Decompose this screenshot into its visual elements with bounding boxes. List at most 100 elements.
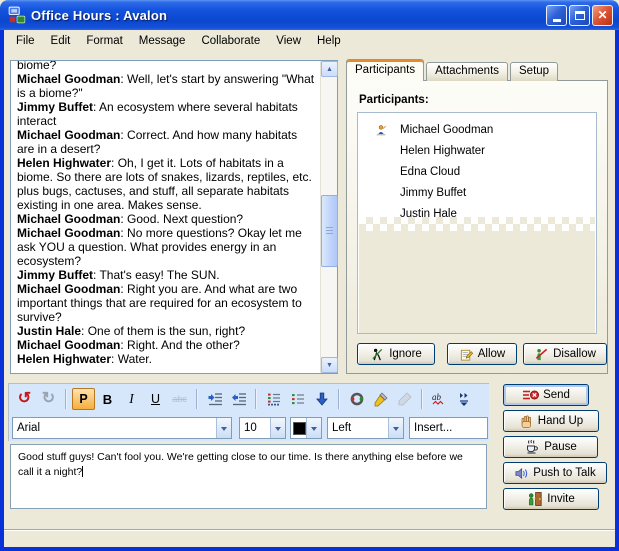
hand-up-button[interactable]: Hand Up <box>503 410 599 432</box>
more-tools-button[interactable] <box>452 388 475 410</box>
transcript-message: Michael Goodman: Good. Next question? <box>17 212 316 226</box>
invite-icon <box>527 491 543 507</box>
font-color-select[interactable] <box>290 417 322 439</box>
bold-button[interactable]: B <box>96 388 119 410</box>
scroll-up-button[interactable]: ▲ <box>321 61 338 77</box>
spellcheck-button[interactable]: ab <box>428 388 451 410</box>
transcript-scrollbar[interactable]: ▲ ▼ <box>320 61 337 373</box>
insert-select[interactable]: Insert... <box>409 417 488 439</box>
transcript-message: Michael Goodman: Correct. And how many h… <box>17 128 316 156</box>
transcript-message: Helen Highwater: Water. <box>17 352 316 366</box>
disallow-button[interactable]: Disallow <box>523 343 607 365</box>
list-rule-icon <box>266 391 282 407</box>
tab-participants[interactable]: Participants <box>346 59 424 81</box>
svg-text:ab: ab <box>432 392 442 402</box>
speaker-name: Michael Goodman <box>17 338 120 352</box>
indent-decrease-button[interactable] <box>227 388 250 410</box>
font-family-select[interactable]: Arial <box>12 417 232 439</box>
menu-file[interactable]: File <box>8 32 43 50</box>
chevron-down-icon <box>388 418 403 438</box>
menu-bar: FileEditFormatMessageCollaborateViewHelp <box>4 30 615 52</box>
participant-row[interactable]: Helen Highwater <box>358 141 596 162</box>
list-icon <box>290 391 306 407</box>
scroll-thumb[interactable] <box>321 195 338 267</box>
list-button[interactable] <box>286 388 309 410</box>
toolbar-separator <box>196 389 198 409</box>
menu-message[interactable]: Message <box>131 32 194 50</box>
render-artifact <box>359 231 595 333</box>
insert-down-button[interactable] <box>310 388 333 410</box>
undo-button[interactable]: ↺ <box>13 388 36 410</box>
font-size-select[interactable]: 10 <box>239 417 286 439</box>
speaker-name: Justin Hale <box>17 324 81 338</box>
text-caret <box>82 466 83 477</box>
transcript-message: Justin Hale: One of them is the sun, rig… <box>17 324 316 338</box>
strikethrough-button[interactable]: abc <box>168 388 191 410</box>
participant-name: Edna Cloud <box>400 166 460 178</box>
menu-format[interactable]: Format <box>78 32 130 50</box>
transcript[interactable]: biome?Michael Goodman: Well, let's start… <box>11 61 320 373</box>
align-select[interactable]: Left <box>327 417 404 439</box>
italic-button[interactable]: I <box>120 388 143 410</box>
speaker-name: Helen Highwater <box>17 352 111 366</box>
participant-row[interactable]: Jimmy Buffet <box>358 183 596 204</box>
participant-row[interactable]: Michael Goodman <box>358 120 596 141</box>
tab-setup[interactable]: Setup <box>510 62 558 81</box>
window-border-bottom <box>0 547 619 551</box>
participants-panel: Participants: Michael GoodmanHelen Highw… <box>346 80 608 374</box>
transcript-panel: biome?Michael Goodman: Well, let's start… <box>10 60 338 374</box>
pause-icon <box>524 439 540 455</box>
push-to-talk-button[interactable]: Push to Talk <box>503 462 607 484</box>
ignore-button[interactable]: Ignore <box>357 343 435 365</box>
menu-edit[interactable]: Edit <box>43 32 79 50</box>
highlighter-button[interactable] <box>369 388 392 410</box>
list-rule-button[interactable] <box>262 388 285 410</box>
chevron-up-icon: ▲ <box>326 66 333 73</box>
maximize-button[interactable] <box>569 5 590 26</box>
pen-icon <box>397 391 413 407</box>
participants-list[interactable]: Michael GoodmanHelen Highwater Edna Cloud… <box>357 112 597 334</box>
tab-strip: ParticipantsAttachmentsSetup <box>346 59 560 81</box>
allow-button[interactable]: Allow <box>447 343 517 365</box>
invite-button[interactable]: Invite <box>503 488 599 510</box>
compose-panel: ↺ ↻ PBIUabc ab Arial 10 Left Insert... <box>8 383 489 441</box>
pause-button[interactable]: Pause <box>503 436 598 458</box>
speaker-name: Helen Highwater <box>17 156 111 170</box>
menu-help[interactable]: Help <box>309 32 349 50</box>
send-icon <box>522 388 539 403</box>
paragraph-button[interactable]: P <box>72 388 95 410</box>
font-color-swatch <box>293 422 306 435</box>
chevron-down-icon <box>270 418 285 438</box>
scroll-down-button[interactable]: ▼ <box>321 357 338 373</box>
undo-icon: ↺ <box>18 391 31 407</box>
highlighter-icon <box>373 391 389 407</box>
record-icon <box>349 391 365 407</box>
indent-increase-button[interactable] <box>203 388 226 410</box>
more-tools-icon <box>457 391 471 407</box>
close-button[interactable]: ✕ <box>592 5 613 26</box>
disallow-icon <box>534 347 549 362</box>
chevron-down-icon: ▼ <box>326 362 333 369</box>
menu-view[interactable]: View <box>268 32 309 50</box>
underline-button[interactable]: U <box>144 388 167 410</box>
allow-icon <box>459 347 474 362</box>
tab-attachments[interactable]: Attachments <box>426 62 508 81</box>
transcript-message: Helen Highwater: Oh, I get it. Lots of h… <box>17 156 316 212</box>
send-button[interactable]: Send <box>503 384 589 406</box>
transcript-message: Michael Goodman: Right. And the other? <box>17 338 316 352</box>
close-icon: ✕ <box>597 9 607 21</box>
participant-row[interactable]: Justin Hale <box>358 204 596 225</box>
transcript-message: Michael Goodman: Right you are. And what… <box>17 282 316 324</box>
window-title: Office Hours : Avalon <box>31 8 167 23</box>
title-bar[interactable]: Office Hours : Avalon ✕ <box>0 0 619 30</box>
participant-row[interactable]: Edna Cloud <box>358 162 596 183</box>
menu-collaborate[interactable]: Collaborate <box>193 32 268 50</box>
transcript-message: Jimmy Buffet: That's easy! The SUN. <box>17 268 316 282</box>
minimize-button[interactable] <box>546 5 567 26</box>
message-input[interactable]: Good stuff guys! Can't fool you. We're g… <box>10 444 487 509</box>
message-text: Good stuff guys! Can't fool you. We're g… <box>18 451 463 478</box>
pen-button[interactable] <box>393 388 416 410</box>
redo-button[interactable]: ↻ <box>37 388 60 410</box>
record-button[interactable] <box>345 388 368 410</box>
speaker-name: Jimmy Buffet <box>17 268 93 282</box>
